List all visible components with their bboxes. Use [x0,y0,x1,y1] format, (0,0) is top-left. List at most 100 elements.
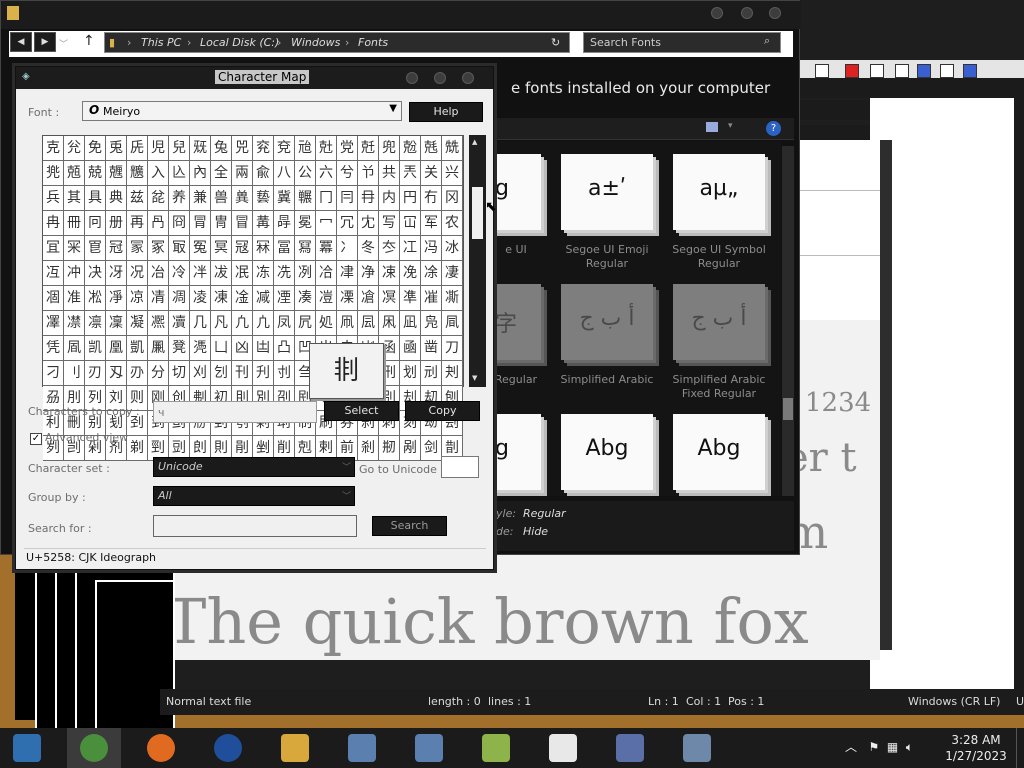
character-cell[interactable]: 剐 [400,436,421,461]
refresh-icon[interactable]: ↻ [551,36,560,49]
character-cell[interactable]: 凄 [442,261,463,286]
character-cell[interactable]: 冾 [316,261,337,286]
character-cell[interactable]: 兠 [43,161,64,186]
character-cell[interactable]: 冒 [232,211,253,236]
minimize-button[interactable] [406,72,418,84]
character-cell[interactable]: 冏 [169,211,190,236]
character-cell[interactable]: 凴 [190,336,211,361]
character-cell[interactable]: 兤 [127,161,148,186]
character-cell[interactable]: 凣 [253,311,274,336]
character-cell[interactable]: 凍 [211,286,232,311]
character-cell[interactable]: 兖 [253,136,274,161]
character-cell[interactable]: 兲 [400,161,421,186]
character-cell[interactable]: 典 [106,186,127,211]
character-cell[interactable]: 准 [64,286,85,311]
character-cell[interactable]: 凬 [442,311,463,336]
scroll-down-icon[interactable]: ▼ [472,374,477,382]
character-cell[interactable]: 冣 [169,236,190,261]
font-tile[interactable]: أ ب ج [673,284,765,360]
character-cell[interactable]: 军 [421,211,442,236]
taskbar-app-font-tool[interactable] [603,728,657,768]
character-cell[interactable]: 凨 [358,311,379,336]
toolbar-button[interactable] [815,64,829,78]
scrollbar-thumb[interactable] [472,187,483,239]
maximize-button[interactable] [434,72,446,84]
minimize-button[interactable] [711,7,723,19]
character-cell[interactable]: 切 [169,361,190,386]
character-cell[interactable]: 凅 [43,286,64,311]
taskbar-app-explorer[interactable] [268,728,322,768]
advanced-view-checkbox[interactable]: ✓ [30,433,42,445]
character-cell[interactable]: 兝 [400,136,421,161]
character-cell[interactable]: 冖 [316,211,337,236]
grid-scrollbar[interactable]: ▲ ▼ [469,135,486,387]
character-cell[interactable]: 凝 [127,311,148,336]
character-cell[interactable]: 凋 [169,286,190,311]
character-cell[interactable]: 冀 [274,186,295,211]
scroll-up-icon[interactable]: ▲ [472,138,477,146]
address-bar[interactable]: ▮ › This PC › Local Disk (C:) › Windows … [104,32,570,53]
character-cell[interactable]: 冨 [274,236,295,261]
character-cell[interactable]: 凱 [127,336,148,361]
character-cell[interactable]: 刀 [442,336,463,361]
character-cell[interactable]: 几 [190,311,211,336]
character-cell[interactable]: 其 [64,186,85,211]
character-cell[interactable]: 免 [85,136,106,161]
character-cell[interactable]: 写 [379,211,400,236]
character-cell[interactable]: 兿 [253,186,274,211]
stop-icon[interactable] [870,64,884,78]
breadcrumb-this-pc[interactable]: This PC [141,36,181,49]
taskbar-clock[interactable]: 3:28 AM 1/27/2023 [930,732,1022,764]
character-cell[interactable]: 內 [190,161,211,186]
font-tile[interactable]: bg [496,154,541,230]
character-cell[interactable]: 凜 [106,311,127,336]
character-cell[interactable]: 剎 [358,436,379,461]
character-cell[interactable]: 兜 [379,136,400,161]
taskbar-app-notepadpp[interactable] [469,728,523,768]
character-cell[interactable]: 内 [379,186,400,211]
character-cell[interactable]: 冘 [358,211,379,236]
character-cell[interactable]: 凵 [211,336,232,361]
character-cell[interactable]: 冫 [337,236,358,261]
character-cell[interactable]: 册 [106,211,127,236]
character-cell[interactable]: 凃 [421,261,442,286]
character-cell[interactable]: 兢 [85,161,106,186]
character-cell[interactable]: 凳 [169,336,190,361]
character-cell[interactable]: 共 [379,161,400,186]
character-cell[interactable]: 凶 [232,336,253,361]
character-cell[interactable]: 凟 [169,311,190,336]
character-cell[interactable]: 况 [127,261,148,286]
character-cell[interactable]: 刔 [442,361,463,386]
character-cell[interactable]: 児 [148,136,169,161]
taskbar-app-photos[interactable] [0,728,54,768]
character-cell[interactable]: 冞 [64,236,85,261]
view-options-icon[interactable] [706,122,718,132]
character-cell[interactable]: 冗 [337,211,358,236]
character-cell[interactable]: 公 [295,161,316,186]
taskbar-app-obama[interactable] [201,728,255,768]
font-tile[interactable]: 本字 [496,284,541,360]
character-cell[interactable]: 冕 [295,211,316,236]
character-cell[interactable]: 凯 [85,336,106,361]
character-cell[interactable]: 兼 [190,186,211,211]
character-cell[interactable]: 冬 [358,236,379,261]
character-cell[interactable]: 凎 [232,286,253,311]
breadcrumb-local-disk[interactable]: Local Disk (C:) [200,36,279,49]
character-cell[interactable]: 刂 [64,361,85,386]
character-cell[interactable]: 冁 [295,186,316,211]
character-cell[interactable]: 刓 [421,361,442,386]
character-cell[interactable]: 凙 [43,311,64,336]
character-cell[interactable]: 凡 [211,311,232,336]
character-cell[interactable]: 六 [316,161,337,186]
character-cell[interactable]: 兕 [232,136,253,161]
flag-icon[interactable]: ⚑ [868,740,879,754]
character-cell[interactable]: 凧 [337,311,358,336]
character-cell[interactable]: 冯 [421,236,442,261]
character-cell[interactable]: 克 [43,136,64,161]
search-button[interactable]: Search [372,516,447,536]
character-cell[interactable]: 冉 [43,211,64,236]
character-set-dropdown[interactable]: Unicode ﹀ [153,457,355,477]
character-cell[interactable]: 兔 [211,136,232,161]
taskbar-app-7zip[interactable] [536,728,590,768]
character-cell[interactable]: 凛 [85,311,106,336]
